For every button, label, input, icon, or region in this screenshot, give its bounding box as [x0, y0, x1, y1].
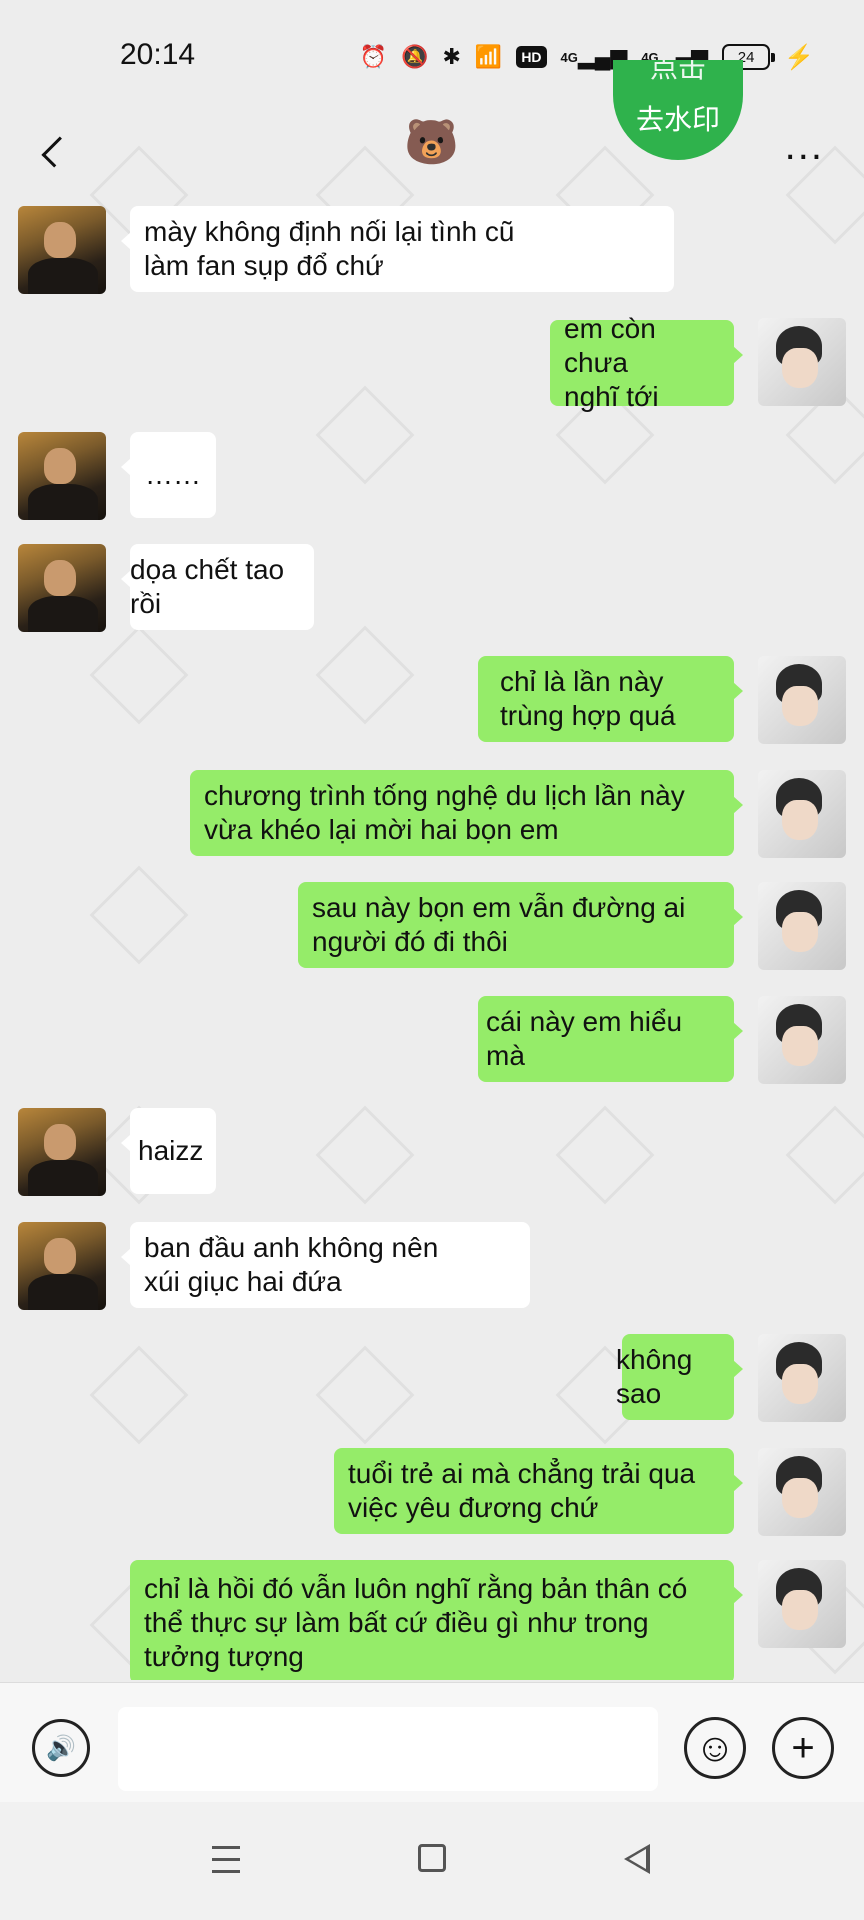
outgoing-message[interactable]: em còn chưa nghĩ tới: [550, 313, 743, 412]
incoming-message[interactable]: ……: [121, 432, 216, 518]
incoming-message[interactable]: mày không định nối lại tình cũ làm fan s…: [121, 206, 674, 292]
back-triangle-icon[interactable]: [624, 1844, 650, 1874]
message-text: chỉ là hồi đó vẫn luôn nghĩ rằng bản thâ…: [144, 1573, 688, 1672]
incoming-message[interactable]: dọa chết tao rồi: [121, 544, 314, 630]
hd-icon: HD: [516, 46, 547, 68]
outgoing-message[interactable]: không sao: [616, 1334, 743, 1420]
contact-avatar[interactable]: [18, 544, 106, 632]
input-bar: 🔊 ☺ +: [0, 1682, 864, 1802]
system-nav-bar: [0, 1802, 864, 1920]
plus-button[interactable]: +: [772, 1717, 834, 1779]
home-icon[interactable]: [418, 1844, 446, 1872]
bluetooth-icon: ✱: [442, 44, 461, 69]
status-time: 20:14: [120, 38, 196, 71]
message-input[interactable]: [118, 1707, 658, 1791]
message-text: tuổi trẻ ai mà chẳng trải qua việc yêu đ…: [348, 1458, 696, 1523]
mute-icon: 🔕: [401, 44, 429, 69]
contact-avatar[interactable]: [18, 432, 106, 520]
message-text: không sao: [616, 1344, 693, 1409]
plus-icon: +: [791, 1726, 815, 1770]
chat-title: 🐻: [404, 118, 459, 167]
charging-icon: ⚡: [784, 43, 814, 71]
incoming-message[interactable]: haizz: [121, 1108, 216, 1194]
alarm-icon: ⏰: [359, 44, 388, 69]
voice-button[interactable]: 🔊: [32, 1719, 90, 1777]
outgoing-message[interactable]: chỉ là hồi đó vẫn luôn nghĩ rằng bản thâ…: [130, 1560, 743, 1680]
wifi-icon: 📶: [474, 44, 503, 69]
message-list[interactable]: mày không định nối lại tình cũ làm fan s…: [0, 0, 864, 1680]
my-avatar[interactable]: [758, 996, 846, 1084]
incoming-message[interactable]: ban đầu anh không nên xúi giục hai đứa: [121, 1222, 530, 1308]
watermark-button-top-label: 点击: [649, 60, 706, 83]
menu-icon[interactable]: [212, 1846, 240, 1873]
message-text: chỉ là lần này trùng hợp quá: [500, 666, 676, 731]
message-text: sau này bọn em vẫn đường ai người đó đi …: [312, 892, 686, 957]
my-avatar[interactable]: [758, 1448, 846, 1536]
my-avatar[interactable]: [758, 1560, 846, 1648]
more-button[interactable]: ...: [785, 126, 824, 166]
outgoing-message[interactable]: chương trình tống nghệ du lịch lần này v…: [190, 770, 743, 856]
message-text: cái này em hiểu mà: [486, 1006, 683, 1071]
voice-icon: 🔊: [46, 1734, 76, 1762]
message-text: haizz: [138, 1135, 204, 1166]
my-avatar[interactable]: [758, 656, 846, 744]
message-text: dọa chết tao rồi: [130, 554, 285, 619]
emoji-button[interactable]: ☺: [684, 1717, 746, 1779]
contact-avatar[interactable]: [18, 1222, 106, 1310]
outgoing-message[interactable]: chỉ là lần này trùng hợp quá: [478, 656, 743, 742]
watermark-button-label: 去水印: [635, 104, 720, 135]
outgoing-message[interactable]: tuổi trẻ ai mà chẳng trải qua việc yêu đ…: [334, 1448, 743, 1534]
message-text: ……: [145, 459, 201, 490]
contact-avatar[interactable]: [18, 206, 106, 294]
outgoing-message[interactable]: sau này bọn em vẫn đường ai người đó đi …: [298, 882, 743, 968]
back-button[interactable]: [36, 122, 73, 182]
my-avatar[interactable]: [758, 318, 846, 406]
emoji-icon: ☺: [694, 1725, 736, 1770]
message-text: em còn chưa nghĩ tới: [564, 313, 659, 412]
outgoing-message[interactable]: cái này em hiểu mà: [478, 996, 743, 1082]
chevron-left-icon: [41, 136, 73, 168]
contact-avatar[interactable]: [18, 1108, 106, 1196]
message-text: ban đầu anh không nên xúi giục hai đứa: [144, 1232, 439, 1297]
my-avatar[interactable]: [758, 770, 846, 858]
message-text: mày không định nối lại tình cũ làm fan s…: [144, 216, 515, 281]
my-avatar[interactable]: [758, 1334, 846, 1422]
my-avatar[interactable]: [758, 882, 846, 970]
status-icons: ⏰ 🔕 ✱ 📶 HD 4G ▂▄▆ 4G ▂▄▆ 24 ⚡: [360, 40, 814, 74]
message-text: chương trình tống nghệ du lịch lần này v…: [204, 780, 685, 845]
